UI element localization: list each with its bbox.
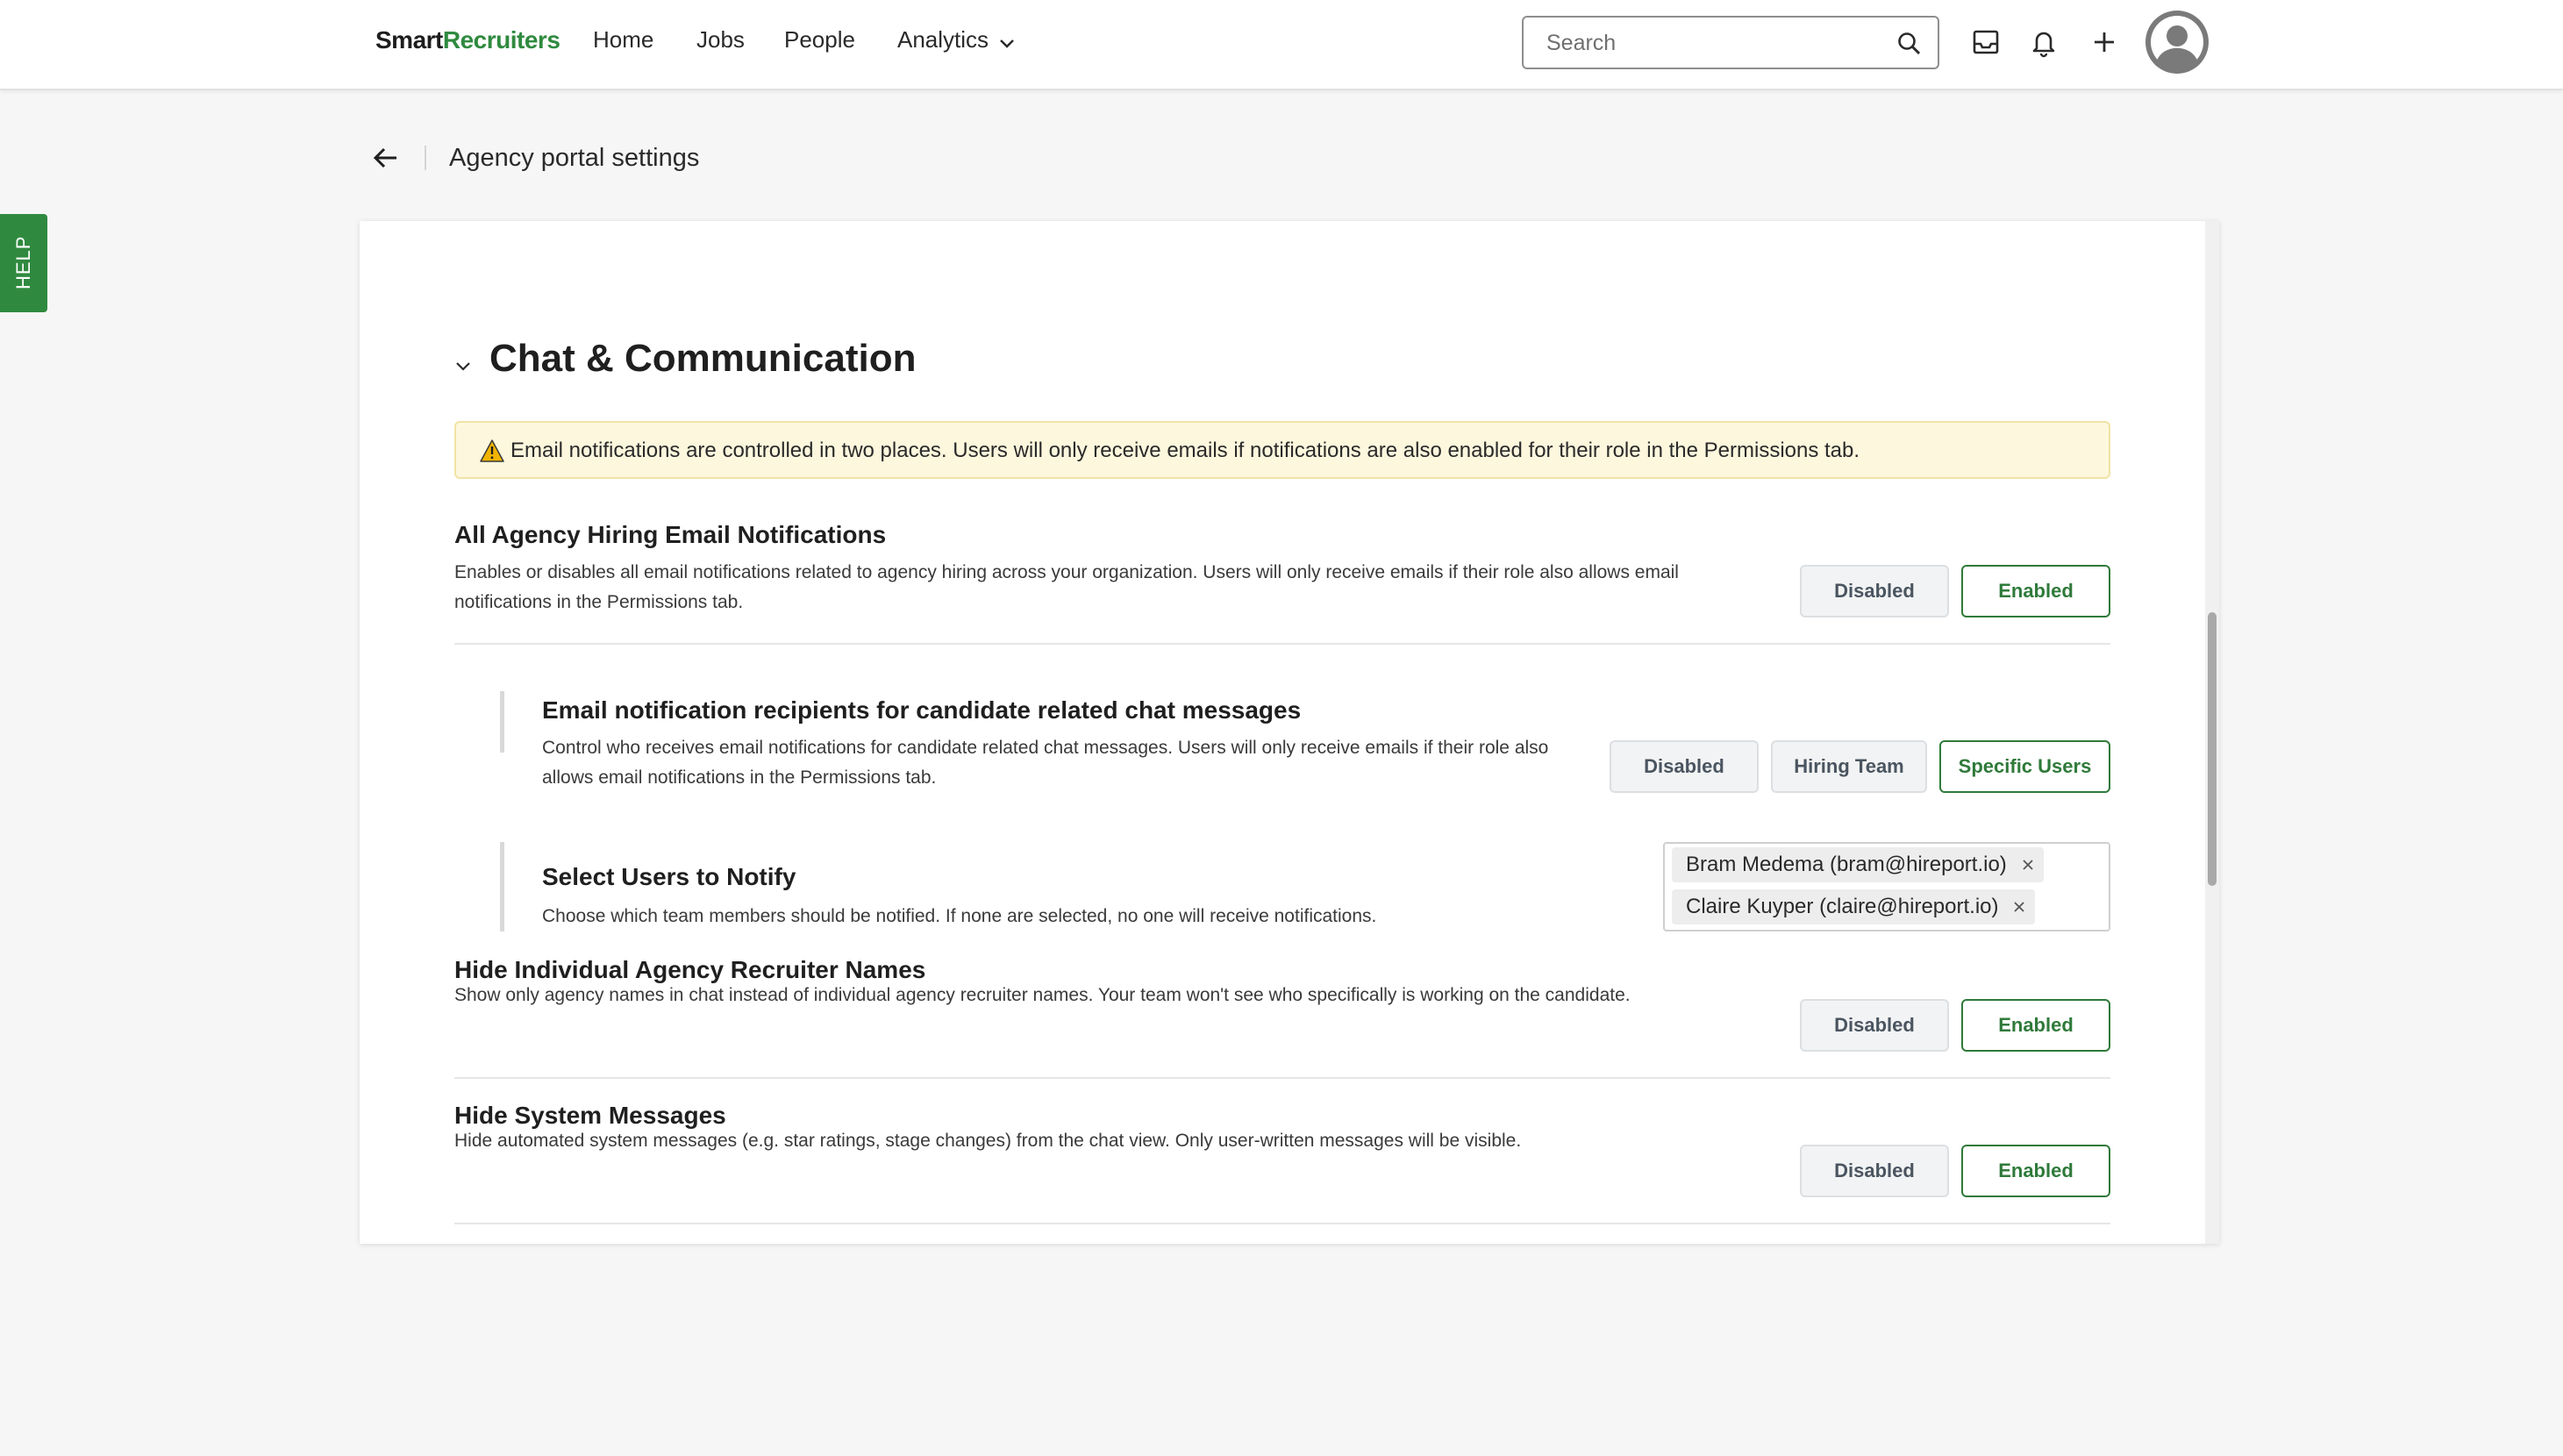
recipients-hiring-team-button[interactable]: Hiring Team — [1771, 740, 1927, 793]
scrollbar-thumb[interactable] — [2208, 612, 2217, 886]
nav-home[interactable]: Home — [593, 26, 653, 54]
warning-banner: Email notifications are controlled in tw… — [454, 421, 2110, 479]
search-box — [1522, 16, 1939, 69]
setting-title-chat-recipients: Email notification recipients for candid… — [542, 696, 1302, 724]
setting-title-select-users: Select Users to Notify — [542, 863, 796, 890]
remove-chip-icon[interactable] — [2012, 900, 2026, 914]
warning-icon — [480, 439, 504, 462]
collapse-chevron-icon[interactable] — [453, 356, 474, 377]
user-avatar-icon — [2147, 12, 2207, 72]
setting-description: Enables or disables all email notificati… — [454, 562, 1679, 612]
chevron-down-icon[interactable] — [996, 33, 1017, 54]
hide-names-enabled-button[interactable]: Enabled — [1961, 999, 2110, 1052]
nav-people[interactable]: People — [784, 26, 855, 54]
setting-description: Hide automated system messages (e.g. sta… — [454, 1131, 1522, 1151]
smartrecruiters-logo[interactable]: SmartRecruiters — [375, 26, 560, 54]
settings-card: Chat & Communication Email notifications… — [360, 221, 2219, 1244]
back-arrow-icon[interactable] — [370, 142, 402, 174]
warning-text: Email notifications are controlled in tw… — [510, 439, 1860, 462]
hide-system-enabled-button[interactable]: Enabled — [1961, 1145, 2110, 1197]
search-icon[interactable] — [1895, 30, 1924, 58]
divider — [454, 1077, 2110, 1079]
setting-description: Show only agency names in chat instead o… — [454, 985, 1631, 1005]
all-notifications-enabled-button[interactable]: Enabled — [1961, 565, 2110, 617]
avatar[interactable] — [2145, 11, 2209, 74]
bell-icon[interactable] — [2026, 25, 2061, 60]
hide-names-disabled-button[interactable]: Disabled — [1800, 999, 1949, 1052]
section-title: Chat & Communication — [489, 337, 917, 380]
nav-jobs[interactable]: Jobs — [696, 26, 745, 54]
help-tab[interactable]: HELP — [0, 214, 47, 312]
setting-description: Choose which team members should be noti… — [542, 906, 1377, 926]
page-title: Agency portal settings — [449, 144, 700, 172]
setting-title-all-email-notifications: All Agency Hiring Email Notifications — [454, 521, 887, 548]
top-navigation-bar: SmartRecruiters Home Jobs People Analyti… — [0, 0, 2563, 90]
sub-setting-indicator — [500, 842, 504, 931]
nav-analytics[interactable]: Analytics — [897, 26, 989, 54]
search-input[interactable] — [1546, 28, 1880, 58]
plus-icon[interactable] — [2087, 25, 2122, 60]
recipients-specific-users-button[interactable]: Specific Users — [1939, 740, 2110, 793]
inbox-icon[interactable] — [1968, 25, 2003, 60]
all-notifications-disabled-button[interactable]: Disabled — [1800, 565, 1949, 617]
sub-setting-indicator — [500, 691, 504, 753]
recipients-disabled-button[interactable]: Disabled — [1610, 740, 1759, 793]
remove-chip-icon[interactable] — [2021, 858, 2035, 872]
divider — [454, 1223, 2110, 1224]
setting-description: Control who receives email notifications… — [542, 738, 1549, 788]
user-select-field[interactable]: Bram Medema (bram@hireport.io) Claire Ku… — [1663, 842, 2110, 931]
divider — [454, 643, 2110, 645]
selected-user-chip[interactable]: Claire Kuyper (claire@hireport.io) — [1672, 889, 2036, 924]
header-divider — [425, 146, 426, 170]
selected-user-chip[interactable]: Bram Medema (bram@hireport.io) — [1672, 847, 2044, 882]
hide-system-disabled-button[interactable]: Disabled — [1800, 1145, 1949, 1197]
